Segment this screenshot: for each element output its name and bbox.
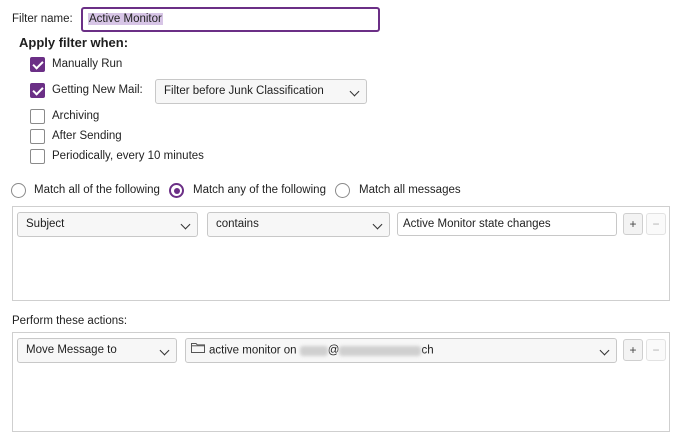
match-all-label: Match all of the following [34, 184, 160, 196]
rule-field-value: Subject [26, 218, 65, 230]
action-type-dropdown[interactable]: Move Message to [17, 338, 177, 363]
junk-classification-dropdown[interactable]: Filter before Junk Classification [155, 79, 367, 104]
getting-new-mail-checkbox[interactable] [30, 83, 45, 98]
filter-name-label: Filter name: [12, 13, 73, 25]
chevron-down-icon [372, 219, 383, 230]
chevron-down-icon [349, 86, 360, 97]
filter-name-input[interactable]: Active Monitor [81, 7, 380, 32]
redacted-domain [339, 345, 422, 356]
match-all-radio[interactable] [11, 183, 26, 198]
apply-filter-heading: Apply filter when: [19, 35, 129, 50]
action-target-prefix: active monitor on [209, 344, 297, 357]
action-target-suffix: ch [421, 344, 434, 357]
manually-run-label: Manually Run [52, 58, 123, 70]
action-target-dropdown[interactable]: active monitor on @ ch [185, 338, 617, 363]
redacted-username [299, 345, 328, 356]
match-all-messages-label: Match all messages [359, 184, 461, 196]
rule-operator-value: contains [216, 218, 259, 230]
actions-heading: Perform these actions: [12, 315, 128, 327]
chevron-down-icon [180, 219, 191, 230]
add-rule-button[interactable]: + [623, 213, 643, 235]
rule-field-dropdown[interactable]: Subject [17, 212, 198, 237]
periodically-label: Periodically, every 10 minutes [52, 150, 204, 162]
periodically-checkbox[interactable] [30, 149, 45, 164]
action-type-value: Move Message to [26, 344, 117, 356]
chevron-down-icon [159, 345, 170, 356]
rule-value-text: Active Monitor state changes [403, 218, 551, 230]
chevron-down-icon [599, 345, 610, 356]
match-all-messages-radio[interactable] [335, 183, 350, 198]
filter-name-value: Active Monitor [88, 13, 163, 25]
rule-operator-dropdown[interactable]: contains [207, 212, 390, 237]
match-any-label: Match any of the following [193, 184, 326, 196]
after-sending-checkbox[interactable] [30, 129, 45, 144]
getting-new-mail-label: Getting New Mail: [52, 84, 143, 96]
junk-classification-value: Filter before Junk Classification [164, 85, 324, 97]
rule-value-input[interactable]: Active Monitor state changes [397, 212, 617, 236]
folder-icon [191, 339, 205, 362]
remove-action-button[interactable]: − [646, 339, 666, 361]
manually-run-checkbox[interactable] [30, 57, 45, 72]
remove-rule-button[interactable]: − [646, 213, 666, 235]
match-any-radio[interactable] [169, 183, 184, 198]
add-action-button[interactable]: + [623, 339, 643, 361]
after-sending-label: After Sending [52, 130, 122, 142]
archiving-checkbox[interactable] [30, 109, 45, 124]
archiving-label: Archiving [52, 110, 100, 122]
action-target-at: @ [327, 344, 340, 357]
